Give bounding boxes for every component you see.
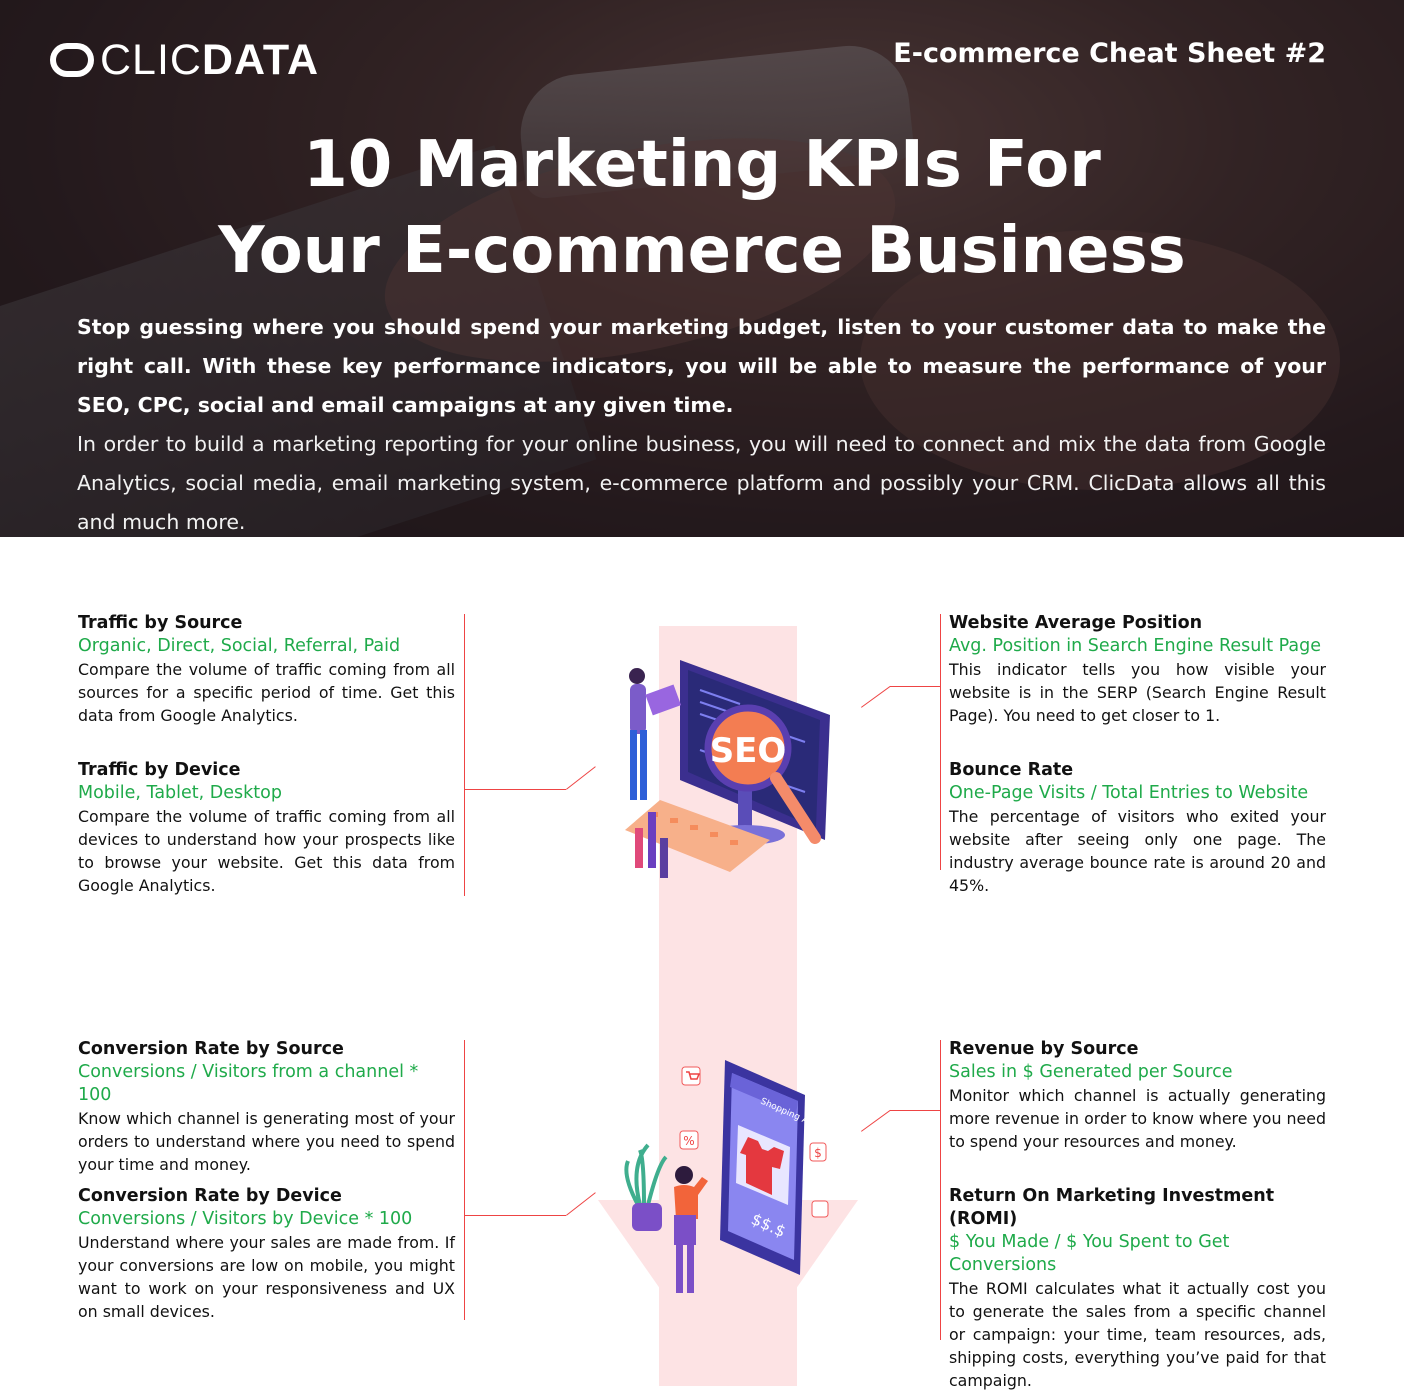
kpi-title: Website Average Position <box>949 613 1203 633</box>
kpi-description: The percentage of visitors who exited yo… <box>949 807 1326 895</box>
connector-line <box>890 1110 940 1111</box>
kpi-traffic-by-device: Traffic by Device Mobile, Tablet, Deskto… <box>78 759 455 897</box>
intro-bold: Stop guessing where you should spend you… <box>77 315 1326 417</box>
kpi-title: Conversion Rate by Source <box>78 1039 344 1059</box>
intro-normal: In order to build a marketing reporting … <box>77 432 1326 534</box>
dollar-badge: $ <box>814 1146 822 1160</box>
kpi-formula: $ You Made / $ You Spent to Get Conversi… <box>949 1232 1230 1275</box>
connector-line <box>566 766 596 790</box>
kpi-revenue-by-source: Revenue by Source Sales in $ Generated p… <box>949 1038 1326 1153</box>
kpi-title: Revenue by Source <box>949 1039 1139 1059</box>
kpi-description: Compare the volume of traffic coming fro… <box>78 807 455 895</box>
kpi-description: Compare the volume of traffic coming fro… <box>78 660 455 725</box>
percent-badge: % <box>683 1134 694 1148</box>
kpi-description: The ROMI calculates what it actually cos… <box>949 1279 1326 1390</box>
kpi-description: Understand where your sales are made fro… <box>78 1233 455 1321</box>
logo-mark-icon <box>50 41 94 81</box>
connector-line <box>861 685 891 708</box>
kpi-formula: Mobile, Tablet, Desktop <box>78 783 282 803</box>
kpi-title: Traffic by Source <box>78 613 243 633</box>
kpi-bounce-rate: Bounce Rate One-Page Visits / Total Entr… <box>949 759 1326 897</box>
kpi-formula: Sales in $ Generated per Source <box>949 1062 1233 1082</box>
connector-line <box>940 614 941 870</box>
cheat-sheet-label: E-commerce Cheat Sheet #2 <box>893 38 1326 69</box>
kpi-formula: Conversions / Visitors from a channel * … <box>78 1062 419 1105</box>
connector-line <box>464 614 465 896</box>
page-title: 10 Marketing KPIs For Your E-commerce Bu… <box>0 122 1404 294</box>
kpi-formula: Organic, Direct, Social, Referral, Paid <box>78 636 401 656</box>
logo-text-light: CLIC <box>100 36 202 84</box>
connector-line <box>464 789 566 790</box>
title-line-1: 10 Marketing KPIs For <box>303 128 1101 202</box>
kpi-website-average-position: Website Average Position Avg. Position i… <box>949 612 1326 727</box>
connector-line <box>464 1215 566 1216</box>
kpi-title: Conversion Rate by Device <box>78 1186 342 1206</box>
kpi-title: Bounce Rate <box>949 760 1074 780</box>
connector-line <box>464 1040 465 1320</box>
connector-line <box>940 1040 941 1340</box>
kpi-title: Traffic by Device <box>78 760 241 780</box>
kpi-formula: One-Page Visits / Total Entries to Websi… <box>949 783 1309 803</box>
kpi-formula: Conversions / Visitors by Device * 100 <box>78 1209 413 1229</box>
hero-banner: CLIC DATA E-commerce Cheat Sheet #2 10 Ma… <box>0 0 1404 537</box>
seo-illustration: SEO <box>625 660 830 878</box>
kpi-traffic-by-source: Traffic by Source Organic, Direct, Socia… <box>78 612 455 727</box>
kpi-description: This indicator tells you how visible you… <box>949 660 1326 725</box>
kpi-description: Monitor which channel is actually genera… <box>949 1086 1326 1151</box>
seo-label: SEO <box>710 731 787 771</box>
connector-line <box>566 1192 596 1216</box>
kpi-conversion-rate-by-device: Conversion Rate by Device Conversions / … <box>78 1185 455 1323</box>
kpi-romi: Return On Marketing Investment (ROMI) $ … <box>949 1185 1326 1392</box>
kpi-description: Know which channel is generating most of… <box>78 1109 455 1174</box>
kpi-conversion-rate-by-source: Conversion Rate by Source Conversions / … <box>78 1038 455 1176</box>
intro-text: Stop guessing where you should spend you… <box>77 308 1326 537</box>
kpi-formula: Avg. Position in Search Engine Result Pa… <box>949 636 1321 656</box>
shopping-illustration: Shopping App $$.$ % $ <box>624 1060 829 1293</box>
logo-text-bold: DATA <box>201 36 320 84</box>
title-line-2: Your E-commerce Business <box>218 214 1186 288</box>
clicdata-logo: CLIC DATA <box>50 36 319 85</box>
kpi-title: Return On Marketing Investment (ROMI) <box>949 1186 1275 1229</box>
connector-line <box>861 1109 891 1132</box>
connector-line <box>890 686 940 687</box>
